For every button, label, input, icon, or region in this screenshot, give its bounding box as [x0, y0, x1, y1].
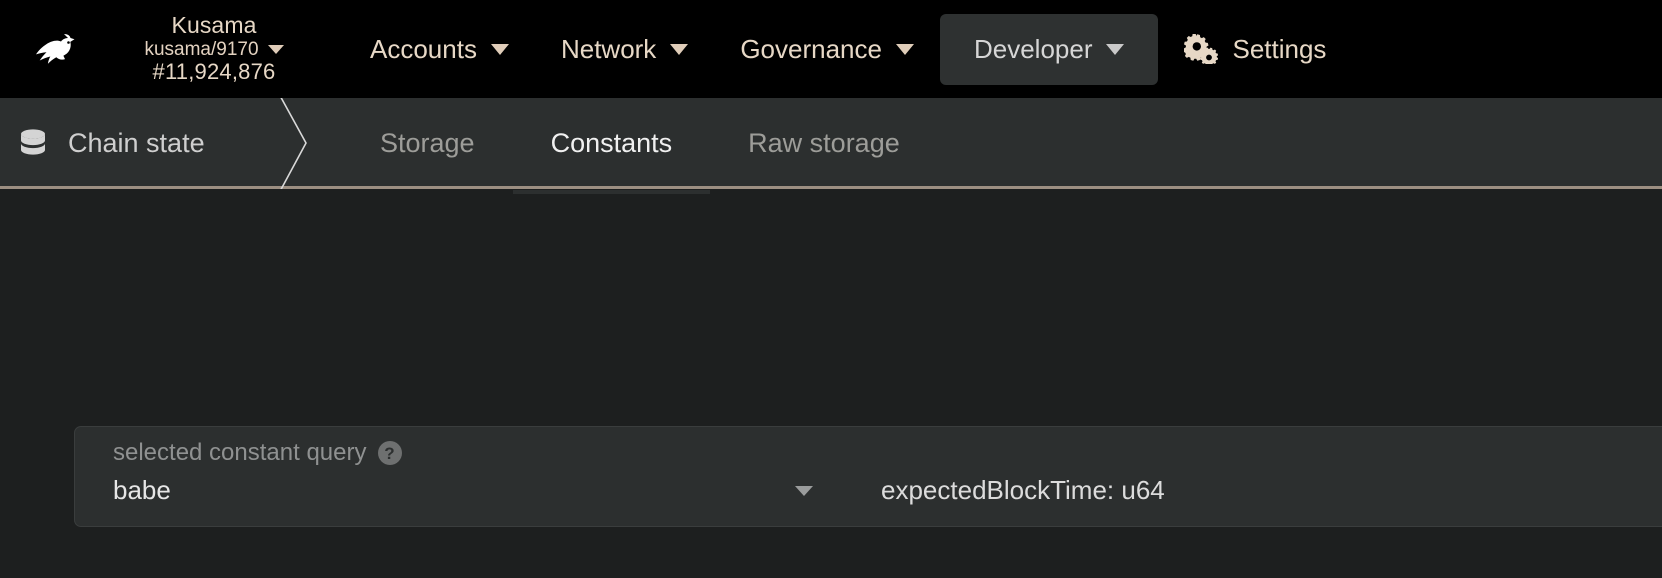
constant-query-label: selected constant query ?: [113, 439, 402, 467]
chevron-down-icon: [670, 43, 689, 55]
nav-item-network[interactable]: Network: [535, 18, 714, 81]
chain-selector[interactable]: Kusama kusama/9170 #11,924,876: [96, 12, 332, 85]
chain-spec-version: kusama/9170: [144, 38, 259, 60]
cogs-icon: [1184, 34, 1219, 64]
nav-item-label: Accounts: [370, 33, 477, 64]
nav-item-developer[interactable]: Developer: [939, 13, 1159, 85]
chevron-down-icon: [490, 43, 509, 55]
kusama-bird-logo-icon[interactable]: [18, 13, 90, 85]
settings-label: Settings: [1232, 33, 1327, 64]
constant-query-row: babe expectedBlockTime: u64: [75, 475, 1662, 506]
database-icon: [18, 128, 48, 160]
module-select-value: babe: [113, 475, 171, 505]
nav-item-governance[interactable]: Governance: [714, 18, 940, 81]
breadcrumb-divider: [276, 98, 320, 189]
module-select[interactable]: babe: [75, 475, 835, 506]
main-nav: Accounts Network Governance Developer: [344, 0, 1159, 98]
tab-constants[interactable]: Constants: [512, 98, 711, 194]
chevron-down-icon: [895, 43, 914, 55]
chevron-down-icon[interactable]: [267, 45, 284, 55]
main-content: selected constant query ? babe expectedB…: [0, 189, 1662, 578]
nav-item-accounts[interactable]: Accounts: [344, 18, 535, 81]
breadcrumb-label: Chain state: [68, 128, 205, 158]
nav-item-label: Developer: [973, 33, 1093, 64]
chain-name: Kusama: [171, 12, 257, 39]
chevron-down-icon: [795, 485, 813, 496]
constant-select[interactable]: expectedBlockTime: u64: [835, 475, 1165, 506]
nav-item-label: Network: [560, 33, 657, 64]
chain-block-number: #11,924,876: [152, 59, 276, 85]
field-label-text: selected constant query: [113, 439, 367, 466]
tab-raw-storage[interactable]: Raw storage: [710, 98, 938, 191]
tab-label: Storage: [380, 128, 475, 158]
question-mark-icon[interactable]: ?: [377, 441, 402, 465]
tab-label: Constants: [550, 128, 673, 158]
nav-item-label: Governance: [740, 33, 882, 64]
chain-spec-row: kusama/9170: [144, 38, 284, 60]
tab-list: Storage Constants Raw storage: [320, 98, 938, 194]
tab-label: Raw storage: [748, 128, 900, 158]
nav-item-settings[interactable]: Settings: [1164, 18, 1346, 81]
constant-query-panel: selected constant query ? babe expectedB…: [74, 426, 1662, 527]
constant-select-value: expectedBlockTime: u64: [881, 475, 1165, 505]
chevron-down-icon: [1106, 43, 1125, 55]
tab-storage[interactable]: Storage: [342, 98, 513, 191]
breadcrumb-chain-state: Chain state: [0, 98, 276, 189]
chain-state-tabbar: Chain state Storage Constants Raw storag…: [0, 98, 1662, 194]
app-header: Kusama kusama/9170 #11,924,876 Accounts …: [0, 0, 1662, 98]
